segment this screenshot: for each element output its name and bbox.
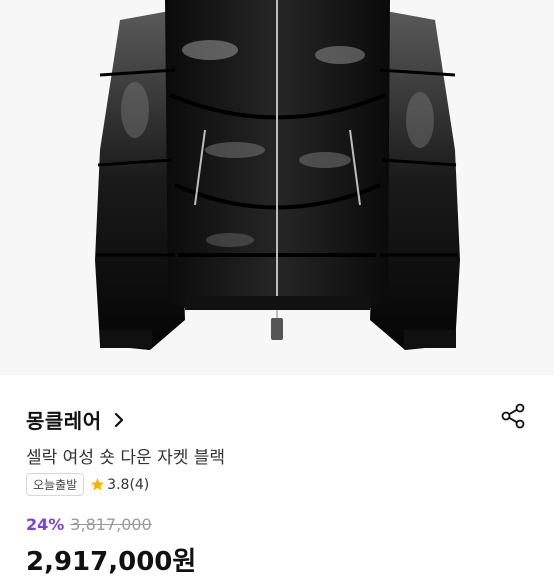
discount-rate: 24%: [26, 515, 65, 534]
today-shipping-badge: 오늘출발: [26, 473, 85, 496]
original-price: 3,817,000: [70, 515, 152, 534]
product-badges: 오늘출발 3.8 (4): [26, 473, 149, 496]
star-icon: [91, 478, 105, 491]
down-jacket-photo: [0, 0, 554, 375]
product-title: 셀락 여성 숏 다운 자켓 블랙: [26, 448, 226, 468]
product-image[interactable]: [0, 0, 554, 375]
price-row: 24% 3,817,000: [26, 515, 152, 534]
rating[interactable]: 3.8 (4): [90, 477, 149, 493]
review-count: (4): [129, 476, 150, 493]
chevron-right-icon[interactable]: [110, 411, 128, 429]
brand-name[interactable]: 몽클레어: [26, 405, 102, 434]
share-icon[interactable]: [500, 403, 526, 429]
final-price: 2,917,000원: [26, 547, 197, 577]
product-info-panel: 몽클레어 셀락 여성 숏 다운 자켓 블랙 오늘출발 3.8 (4) 24% 3…: [0, 375, 554, 577]
brand-link[interactable]: 몽클레어: [26, 405, 128, 434]
rating-value: 3.8: [107, 476, 130, 493]
